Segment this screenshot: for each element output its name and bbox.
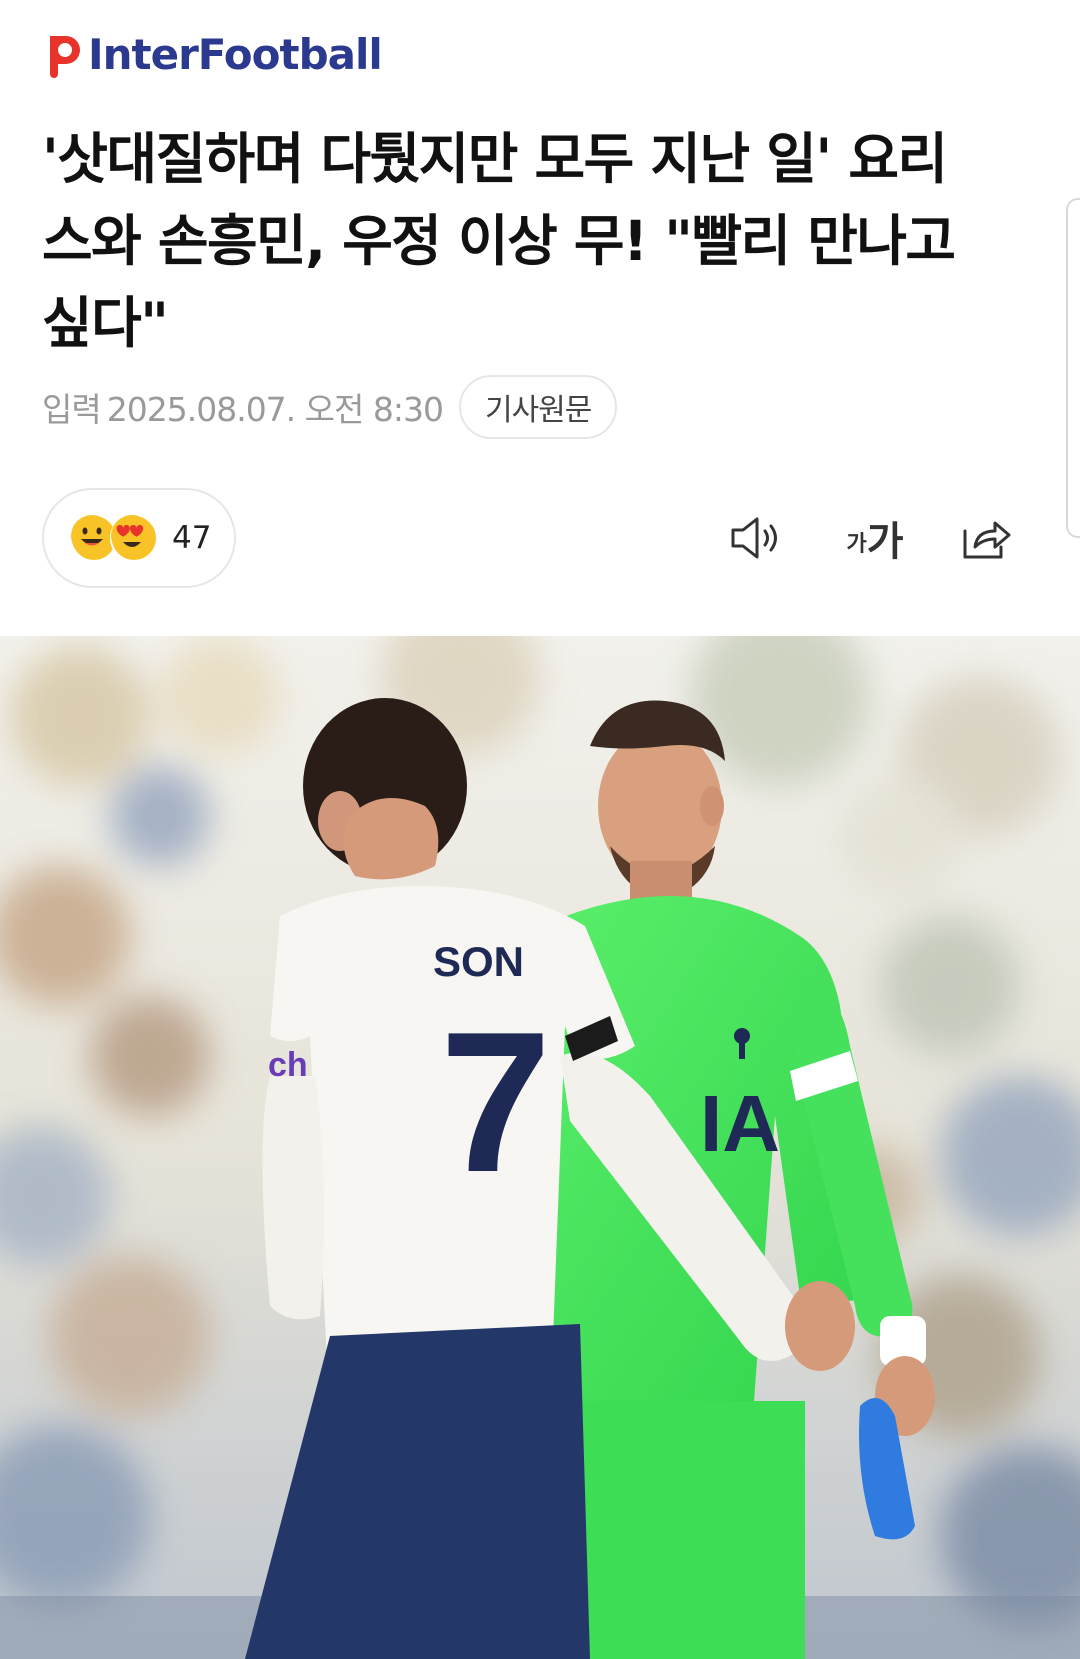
published-label: 입력 [42, 390, 102, 429]
jersey-name: SON [433, 938, 524, 985]
logo-mark-icon [42, 32, 84, 78]
scroll-handle[interactable] [1066, 198, 1080, 538]
jersey-sponsor-left: ch [268, 1046, 308, 1084]
article-meta: 입력 2025.08.07. 오전 8:30 기사원문 [42, 374, 618, 440]
font-size-button[interactable]: 가 가 [838, 508, 912, 568]
font-size-small-label: 가 [846, 532, 867, 557]
text-to-speech-button[interactable] [725, 508, 789, 568]
original-article-button[interactable]: 기사원문 [458, 375, 618, 439]
jersey-sponsor-center: IA [700, 1079, 780, 1168]
reaction-button[interactable]: 47 [42, 488, 236, 588]
interfootball-logo[interactable]: InterFootball [42, 30, 383, 80]
speaker-icon [731, 517, 777, 559]
share-icon [963, 521, 1011, 559]
reaction-count: 47 [172, 520, 212, 556]
logo-text: InterFootball [88, 30, 383, 79]
heart-eyes-emoji-icon [110, 514, 158, 562]
article-page: InterFootball '삿대질하며 다퉜지만 모두 지난 일' 요리 스와… [0, 0, 1080, 1659]
headline-line: 싶다" [42, 291, 169, 355]
published-date: 2025.08.07. 오전 8:30 [106, 390, 444, 429]
article-headline: '삿대질하며 다퉜지만 모두 지난 일' 요리 스와 손흥민, 우정 이상 무!… [42, 118, 1002, 364]
share-button[interactable] [955, 508, 1019, 568]
headline-line: 스와 손흥민, 우정 이상 무! "빨리 만나고 [42, 209, 956, 273]
font-size-large-label: 가 [866, 519, 904, 565]
article-photo: IA SON 7 ch [0, 636, 1080, 1659]
headline-line: '삿대질하며 다퉜지만 모두 지난 일' 요리 [42, 127, 948, 191]
jersey-number: 7 [440, 991, 551, 1214]
